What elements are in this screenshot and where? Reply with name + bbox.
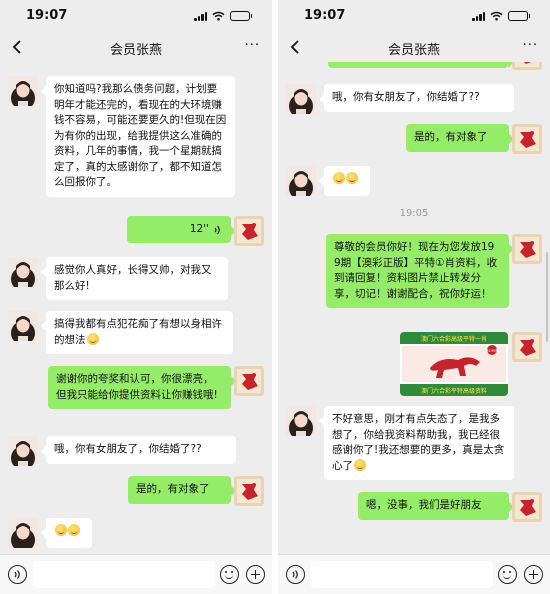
avatar-self[interactable]	[512, 332, 542, 362]
message-bubble-incoming[interactable]: 你知道吗?我那么债务问题，计划要明年才能还完的，看现在的大环境赚钱不容易，可能还…	[41, 76, 235, 197]
avatar-contact[interactable]	[8, 311, 38, 341]
message-list[interactable]: 哦，你有女朋友了，你结婚了?? 是的，有对象了 19:05 尊敬的会员你好！现在…	[278, 62, 550, 554]
voice-input-icon[interactable]	[286, 565, 305, 584]
status-icons	[472, 11, 530, 21]
status-bar: 19:07	[0, 0, 272, 32]
image-message[interactable]: 澳门六合彩高级平特一肖 第199期 澳门六合彩平特高级资料	[400, 332, 508, 396]
voice-wave-icon	[214, 225, 220, 234]
image-banner-badge: 第199期	[485, 348, 499, 353]
avatar-self[interactable]	[512, 492, 542, 522]
chat-header: 会员张燕 ···	[278, 32, 550, 62]
voice-input-icon[interactable]	[8, 565, 27, 584]
chat-screen-right: 19:07 会员张燕 ··· 哦，你有女朋友了，你结婚了?? 是的，有对象了 1…	[278, 0, 550, 594]
emoji-icon[interactable]	[220, 565, 239, 584]
chat-screen-left: 19:07 会员张燕 ··· 你知道吗?我那么债务问题，计划要明年才能还完的，看…	[0, 0, 272, 594]
image-banner-bottom: 澳门六合彩平特高级资料	[421, 387, 487, 395]
message-bubble-incoming[interactable]	[41, 518, 92, 548]
avatar-self[interactable]	[512, 62, 542, 70]
wifi-icon	[490, 11, 503, 21]
message-bubble-incoming[interactable]	[319, 166, 370, 196]
smile-emoji-icon	[86, 332, 99, 345]
status-time: 19:07	[26, 8, 68, 23]
message-text: 你知道吗?我那么债务问题，计划要明年才能还完的，看现在的大环境赚钱不容易，可能还…	[54, 83, 227, 188]
avatar-contact[interactable]	[286, 84, 316, 114]
message-text: 感觉你人真好，长得又帅，对我又那么好!	[54, 264, 212, 292]
message-text: 是的，有对象了	[414, 131, 488, 143]
chat-title: 会员张燕	[109, 43, 162, 58]
message-text: 哦，你有女朋友了，你结婚了??	[332, 91, 480, 103]
avatar-contact[interactable]	[8, 518, 38, 548]
message-list[interactable]: 你知道吗?我那么债务问题，计划要明年才能还完的，看现在的大环境赚钱不容易，可能还…	[0, 62, 272, 554]
smile-emoji-icon	[354, 458, 366, 471]
input-bar	[0, 554, 272, 594]
plus-icon[interactable]	[524, 565, 543, 584]
message-bubble-outgoing[interactable]: 谢谢你的夸奖和认可，你很漂亮，但我只能给你提供资料让你赚钱哦!	[48, 366, 236, 409]
avatar-contact[interactable]	[286, 166, 316, 196]
input-bar	[278, 554, 550, 594]
message-bubble-outgoing[interactable]: 是的，有对象了	[406, 124, 514, 152]
message-text: 谢谢你的夸奖和认可，你很漂亮，但我只能给你提供资料让你赚钱哦!	[56, 373, 218, 401]
smile-emoji-icon	[55, 524, 67, 536]
message-input[interactable]	[33, 561, 215, 588]
avatar-self[interactable]	[512, 234, 542, 264]
battery-icon	[508, 11, 530, 21]
message-text: 嗯，没事，我们是好朋友	[366, 499, 482, 511]
battery-icon	[230, 11, 252, 21]
smile-emoji-icon	[346, 172, 358, 184]
more-icon[interactable]: ···	[523, 38, 538, 53]
avatar-contact[interactable]	[286, 406, 316, 436]
avatar-self[interactable]	[234, 366, 264, 396]
avatar-self[interactable]	[234, 476, 264, 506]
emoji-icon[interactable]	[498, 565, 517, 584]
chat-header: 会员张燕 ···	[0, 32, 272, 62]
message-timestamp: 19:05	[399, 208, 429, 219]
screenshot-pair: 19:07 会员张燕 ··· 你知道吗?我那么债务问题，计划要明年才能还完的，看…	[0, 0, 550, 594]
message-bubble-outgoing[interactable]: 尊敬的会员你好！现在为您发放199期【澳彩正版】平特①肖资料，收到请回复！资料图…	[326, 234, 514, 308]
scrollbar[interactable]	[546, 252, 548, 342]
message-bubble-outgoing[interactable]	[328, 62, 513, 68]
message-bubble-incoming[interactable]: 不好意思，刚才有点失态了，是我多想了，你给我资料帮助我，我已经很感谢你了!我还想…	[319, 406, 514, 480]
avatar-contact[interactable]	[8, 76, 38, 106]
signal-icon	[194, 11, 207, 21]
status-bar: 19:07	[278, 0, 550, 32]
status-time: 19:07	[304, 8, 346, 23]
message-input[interactable]	[311, 561, 493, 588]
plus-icon[interactable]	[246, 565, 265, 584]
message-bubble-incoming[interactable]: 搞得我都有点犯花痴了有想以身相许的想法	[41, 311, 233, 354]
status-icons	[194, 11, 252, 21]
chat-title: 会员张燕	[387, 43, 440, 58]
message-text: 搞得我都有点犯花痴了有想以身相许的想法	[54, 318, 222, 346]
avatar-contact[interactable]	[8, 436, 38, 466]
message-bubble-incoming[interactable]: 哦，你有女朋友了，你结婚了??	[319, 84, 514, 112]
message-text: 是的，有对象了	[136, 483, 210, 495]
message-bubble-outgoing[interactable]: 嗯，没事，我们是好朋友	[358, 492, 514, 520]
image-banner-top: 澳门六合彩高级平特一肖	[421, 335, 487, 343]
voice-duration: 12''	[189, 222, 209, 235]
message-text: 尊敬的会员你好！现在为您发放199期【澳彩正版】平特①肖资料，收到请回复！资料图…	[334, 241, 498, 300]
smile-emoji-icon	[333, 172, 345, 184]
signal-icon	[472, 11, 485, 21]
voice-message-bubble[interactable]: 12''	[127, 216, 236, 243]
avatar-self[interactable]	[234, 216, 264, 246]
message-bubble-outgoing[interactable]: 是的，有对象了	[128, 476, 236, 504]
avatar-contact[interactable]	[8, 257, 38, 287]
wifi-icon	[212, 11, 225, 21]
avatar-self[interactable]	[512, 124, 542, 154]
more-icon[interactable]: ···	[245, 38, 260, 53]
message-bubble-incoming[interactable]: 感觉你人真好，长得又帅，对我又那么好!	[41, 257, 228, 300]
message-bubble-incoming[interactable]: 哦，你有女朋友了，你结婚了??	[41, 436, 236, 464]
message-text: 哦，你有女朋友了，你结婚了??	[54, 443, 202, 455]
smile-emoji-icon	[68, 524, 80, 536]
